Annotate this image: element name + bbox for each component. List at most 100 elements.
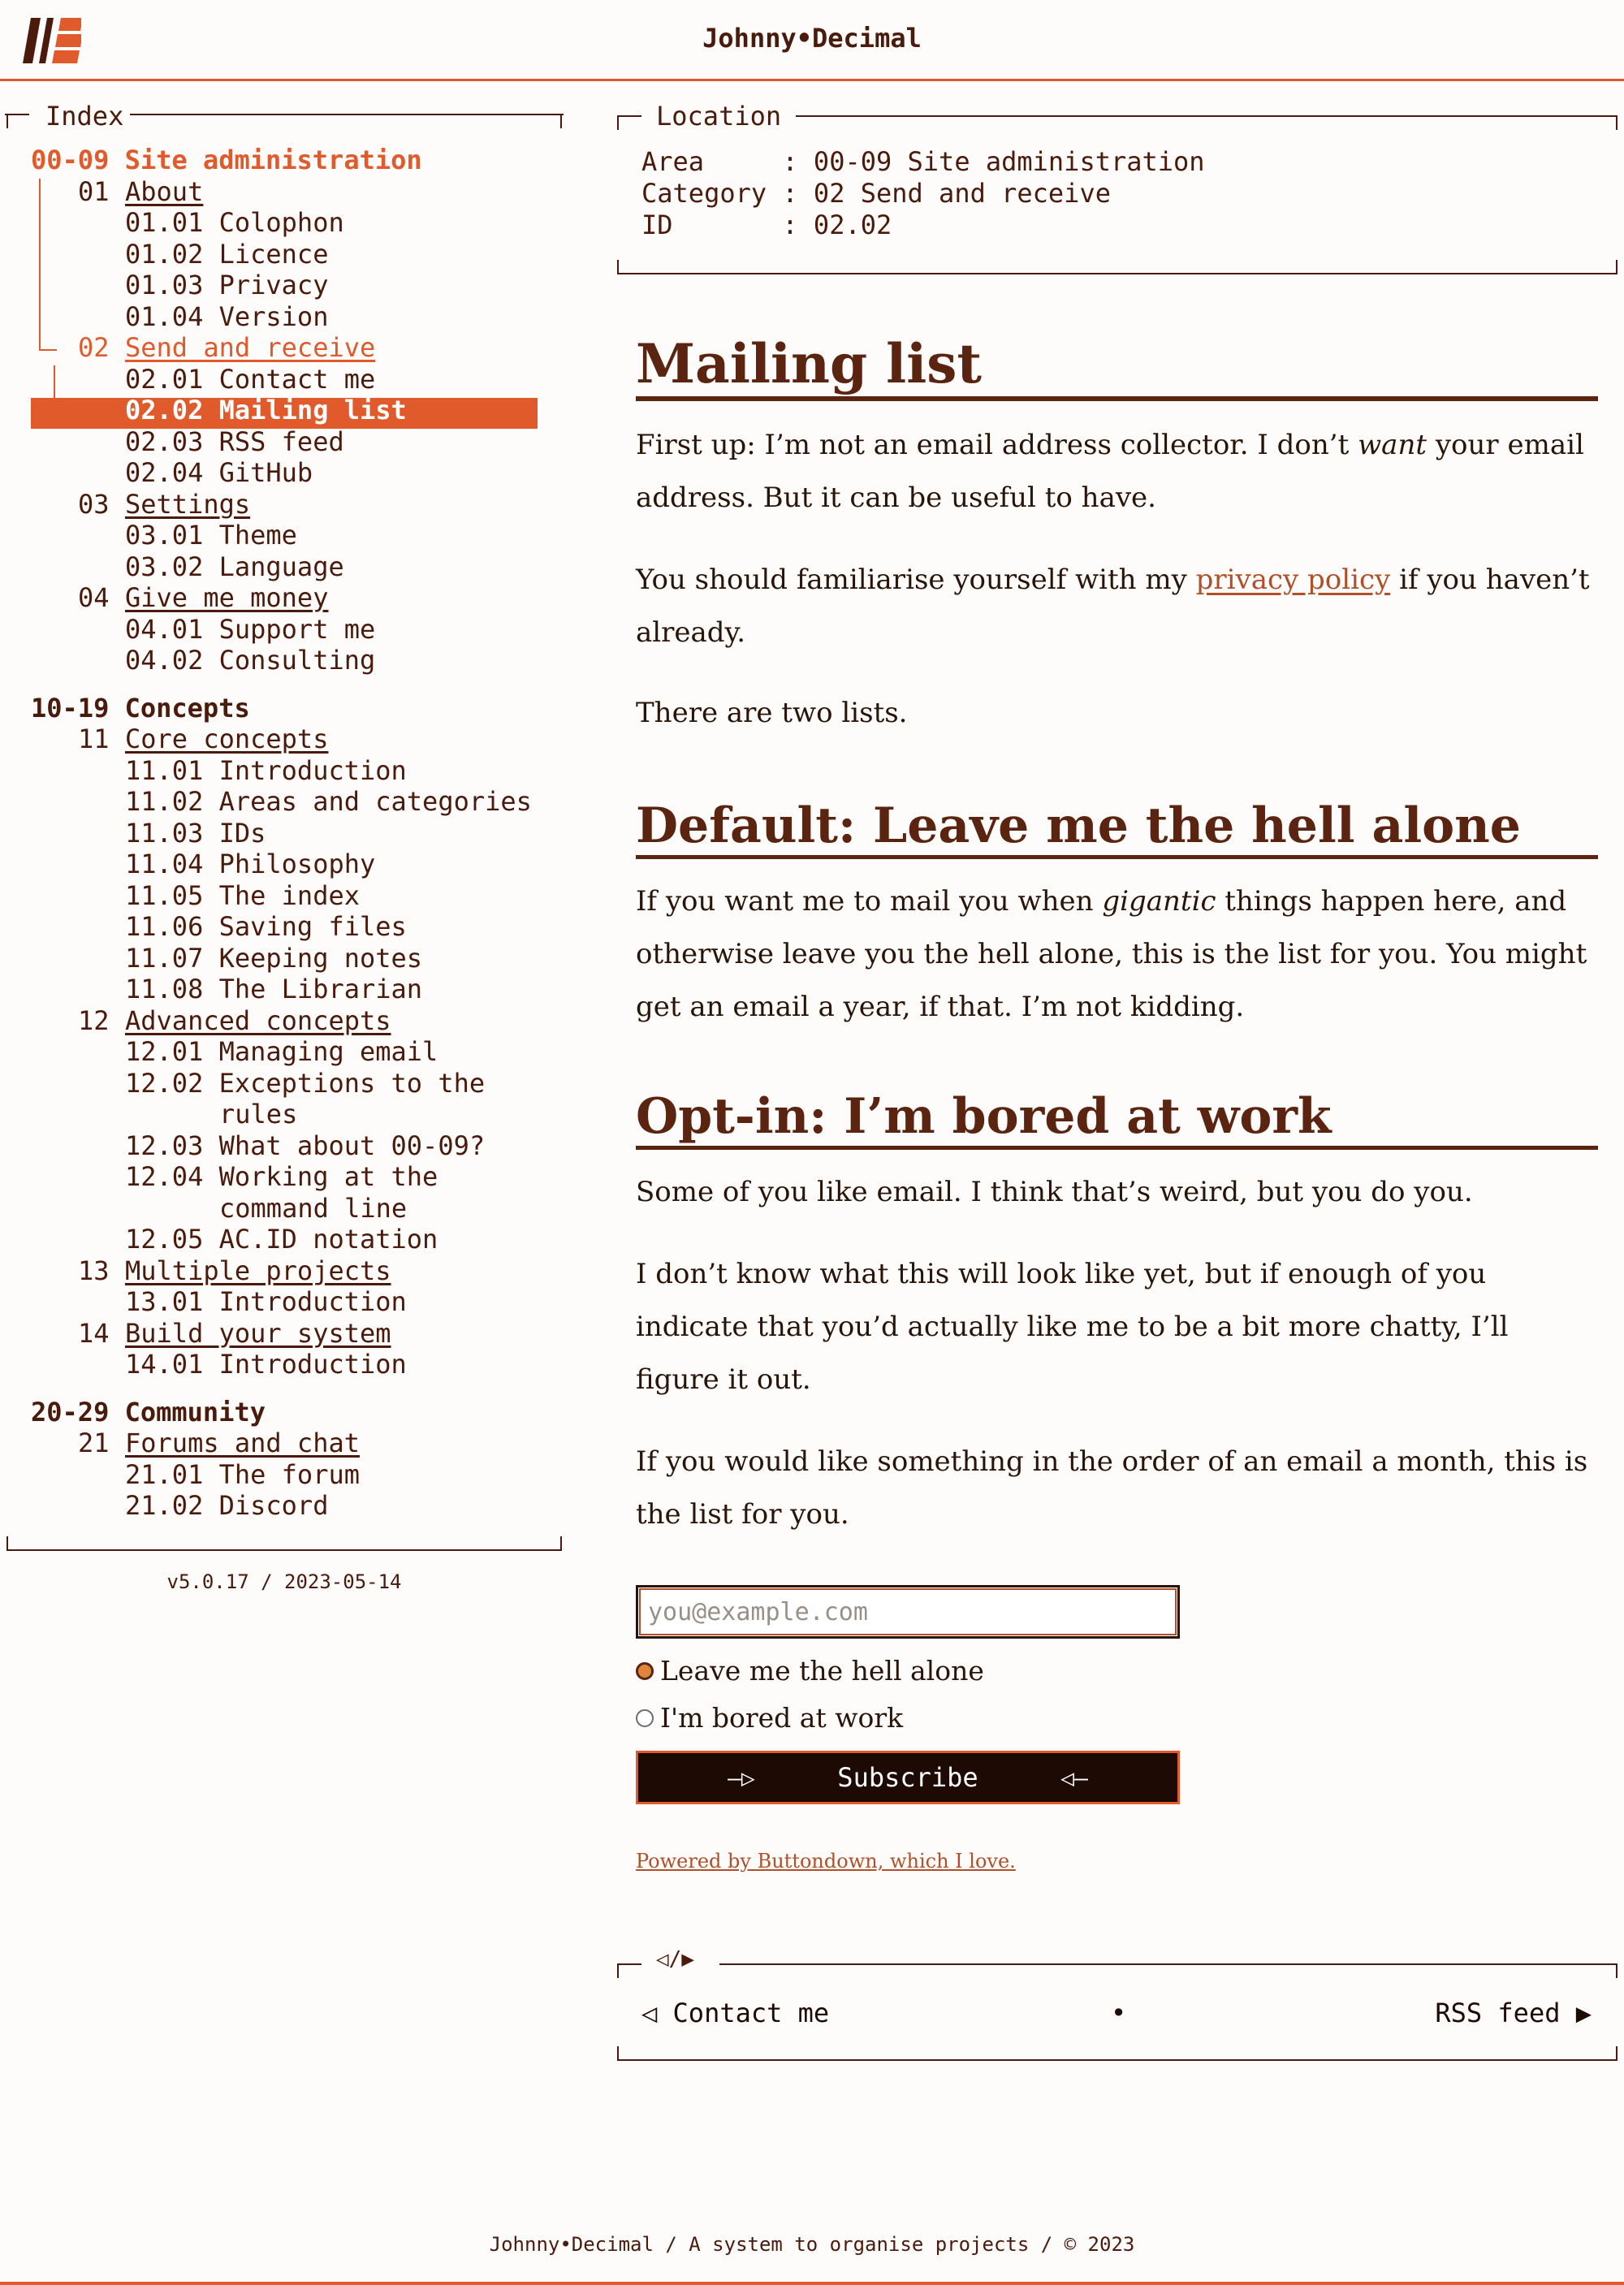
previous-page-link[interactable]: ◁ Contact me [641, 1998, 829, 2028]
subscribe-label: Subscribe [837, 1762, 978, 1793]
radio-optin-label[interactable]: I'm bored at work [660, 1702, 903, 1734]
index-category[interactable]: 13 Multiple projects [31, 1255, 551, 1287]
arrow-left-icon: ◁— [1060, 1764, 1088, 1791]
next-page-link[interactable]: RSS feed ▶ [1435, 1998, 1592, 2028]
index-id[interactable]: 02.04 GitHub [31, 457, 551, 489]
index-area-label: Community [124, 1396, 266, 1428]
index-id[interactable]: 21.02 Discord [31, 1490, 551, 1522]
privacy-policy-link[interactable]: privacy policy [1196, 564, 1391, 596]
version-label: v5.0.17 / 2023-05-14 [166, 1570, 402, 1593]
index-id[interactable]: 21.01 The forum [31, 1459, 551, 1491]
paragraph-7: If you would like something in the order… [636, 1445, 1588, 1531]
index-id[interactable]: 11.06 Saving files [31, 911, 551, 943]
index-category[interactable]: 21 Forums and chat [31, 1428, 551, 1459]
index-area-number: 00-09 [31, 145, 110, 175]
index-area[interactable]: 00-09 Site administration [31, 145, 551, 176]
index-category-link[interactable]: Advanced concepts [125, 1005, 391, 1036]
index-id[interactable]: 02.01 Contact me [31, 364, 551, 395]
index-id[interactable]: 12.04 Working at the [31, 1161, 551, 1193]
radio-option-default[interactable]: Leave me the hell alone [636, 1655, 984, 1687]
paragraph-2: You should familiarise yourself with my … [636, 564, 1590, 649]
heading-default-list: Default: Leave me the hell alone [636, 797, 1598, 859]
index-id[interactable]: 12.01 Managing email [31, 1036, 551, 1068]
index-area-number: 10-19 [31, 692, 110, 724]
radio-default-label[interactable]: Leave me the hell alone [660, 1655, 984, 1687]
site-header: Johnny•Decimal [0, 0, 1624, 81]
arrow-right-icon: —▷ [728, 1764, 755, 1791]
index-id[interactable]: 12.03 What about 00-09? [31, 1130, 551, 1162]
email-input[interactable] [636, 1585, 1180, 1639]
index-category-number: 12 [78, 1004, 110, 1036]
footer-divider [0, 2282, 1624, 2285]
index-id[interactable]: 01.04 Version [31, 301, 551, 333]
index-gap [31, 1380, 551, 1397]
index-id[interactable]: 03.02 Language [31, 551, 551, 583]
index-category-link[interactable]: Multiple projects [125, 1255, 391, 1286]
location-details: Area : 00-09 Site administration Category… [641, 146, 1205, 241]
article: Mailing list First up: I’m not an email … [636, 325, 1598, 1541]
pager-separator: • [1111, 1998, 1127, 2028]
index-id-selected[interactable]: 02.02 Mailing list [31, 395, 551, 426]
index-category[interactable]: 03 Settings [31, 489, 551, 520]
index-category[interactable]: 01 About [31, 176, 551, 208]
index-id[interactable]: 11.04 Philosophy [31, 849, 551, 880]
index-category[interactable]: 14 Build your system [31, 1318, 551, 1350]
index-area[interactable]: 10-19 Concepts [31, 693, 551, 724]
index-id-continuation[interactable]: command line [31, 1193, 551, 1225]
index-id[interactable]: 11.05 The index [31, 880, 551, 912]
index-legend: Index [39, 101, 131, 132]
index-id[interactable]: 13.01 Introduction [31, 1286, 551, 1318]
index-id[interactable]: 11.08 The Librarian [31, 974, 551, 1005]
heading-optin-list: Opt-in: I’m bored at work [636, 1087, 1598, 1150]
index-category-link[interactable]: Forums and chat [125, 1428, 360, 1458]
index-category-number: 03 [78, 488, 110, 520]
index-id[interactable]: 03.01 Theme [31, 520, 551, 551]
index-category-link[interactable]: Core concepts [125, 724, 328, 754]
location-category: Category : 02 Send and receive [641, 178, 1111, 209]
radio-optin[interactable] [636, 1708, 654, 1727]
index-category[interactable]: 12 Advanced concepts [31, 1005, 551, 1037]
pager-legend: ◁/▶ [650, 1947, 701, 1972]
index-category[interactable]: 11 Core concepts [31, 724, 551, 755]
index-id[interactable]: 02.03 RSS feed [31, 426, 551, 458]
index-id[interactable]: 01.03 Privacy [31, 270, 551, 301]
paragraph-3: There are two lists. [636, 697, 908, 729]
site-title[interactable]: Johnny•Decimal [0, 23, 1624, 54]
location-legend: Location [650, 101, 788, 132]
index-category-number: 13 [78, 1255, 110, 1286]
index-id[interactable]: 11.01 Introduction [31, 755, 551, 787]
index-area[interactable]: 20-29 Community [31, 1397, 551, 1428]
index-id[interactable]: 04.02 Consulting [31, 645, 551, 676]
index-gap [31, 676, 551, 693]
buttondown-link[interactable]: Powered by Buttondown, which I love. [636, 1850, 1016, 1872]
index-category-link[interactable]: About [125, 176, 203, 207]
paragraph-6: I don’t know what this will look like ye… [636, 1258, 1509, 1396]
index-category-number: 21 [78, 1428, 110, 1458]
location-area: Area : 00-09 Site administration [641, 146, 1205, 177]
index-id[interactable]: 04.01 Support me [31, 614, 551, 646]
index-id[interactable]: 11.07 Keeping notes [31, 943, 551, 974]
index-category-number: 14 [78, 1317, 110, 1349]
footer-text: Johnny•Decimal / A system to organise pr… [489, 2233, 1135, 2256]
index-id-continuation[interactable]: rules [31, 1099, 551, 1130]
radio-default[interactable] [636, 1661, 654, 1680]
index-category-link[interactable]: Give me money [125, 582, 328, 613]
index-id[interactable]: 11.03 IDs [31, 818, 551, 849]
index-category[interactable]: 04 Give me money [31, 582, 551, 614]
index-category-link[interactable]: Build your system [125, 1318, 391, 1349]
index-id[interactable]: 14.01 Introduction [31, 1349, 551, 1380]
index-id[interactable]: 01.02 Licence [31, 239, 551, 270]
index-id[interactable]: 01.01 Colophon [31, 207, 551, 239]
radio-option-optin[interactable]: I'm bored at work [636, 1702, 903, 1734]
index-category-number: 01 [78, 175, 110, 207]
location-id: ID : 02.02 [641, 209, 892, 240]
index-category-link[interactable]: Settings [125, 489, 250, 520]
index-id[interactable]: 11.02 Areas and categories [31, 786, 551, 818]
index-tree: 00-09 Site administration 01 About 01.01 Co… [31, 145, 551, 1522]
index-category[interactable]: 02 Send and receive [31, 332, 551, 364]
index-id[interactable]: 12.02 Exceptions to the [31, 1068, 551, 1099]
paragraph-4: If you want me to mail you when gigantic… [636, 885, 1587, 1023]
index-category-link[interactable]: Send and receive [125, 332, 375, 363]
index-id[interactable]: 12.05 AC.ID notation [31, 1224, 551, 1255]
subscribe-button[interactable]: —▷ Subscribe ◁— [636, 1751, 1180, 1804]
